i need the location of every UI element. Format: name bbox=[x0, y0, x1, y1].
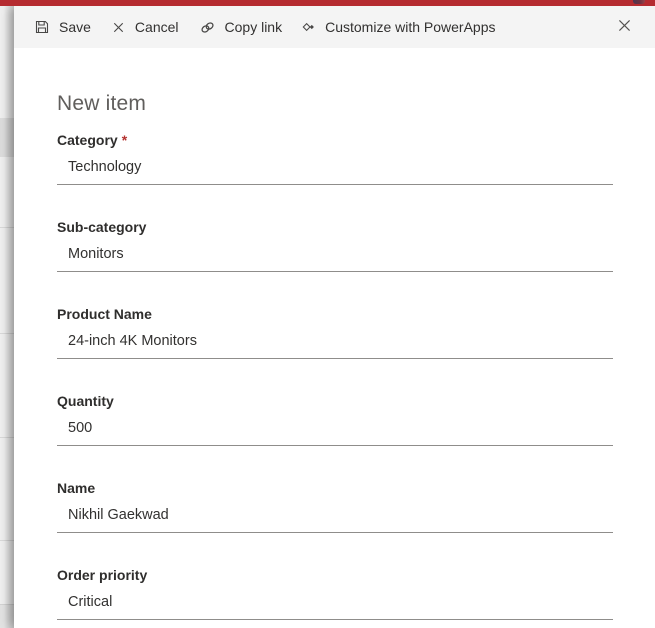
field-category: Category* bbox=[57, 131, 613, 185]
name-input[interactable] bbox=[57, 502, 613, 533]
page-title: New item bbox=[57, 90, 613, 118]
field-sub-category: Sub-category bbox=[57, 218, 613, 272]
save-icon bbox=[34, 19, 50, 35]
field-label: Category* bbox=[57, 131, 613, 150]
close-icon bbox=[616, 17, 633, 37]
quantity-input[interactable] bbox=[57, 415, 613, 446]
sub-category-input[interactable] bbox=[57, 241, 613, 272]
category-input[interactable] bbox=[57, 154, 613, 185]
suite-bar bbox=[0, 0, 655, 6]
field-label: Quantity bbox=[57, 392, 613, 411]
copy-link-button[interactable]: Copy link bbox=[189, 6, 293, 48]
save-button-label: Save bbox=[59, 19, 91, 35]
field-label: Name bbox=[57, 479, 613, 498]
link-icon bbox=[199, 19, 216, 36]
field-label: Sub-category bbox=[57, 218, 613, 237]
form-body: New item Category* Sub-category Product … bbox=[14, 48, 655, 628]
field-quantity: Quantity bbox=[57, 392, 613, 446]
customize-powerapps-button[interactable]: Customize with PowerApps bbox=[292, 6, 505, 48]
customize-powerapps-label: Customize with PowerApps bbox=[325, 19, 495, 35]
copy-link-button-label: Copy link bbox=[225, 19, 283, 35]
powerapps-icon bbox=[302, 20, 316, 34]
avatar[interactable] bbox=[633, 0, 645, 4]
field-order-priority: Order priority bbox=[57, 566, 613, 620]
panel-shadow bbox=[4, 6, 14, 628]
product-name-input[interactable] bbox=[57, 328, 613, 359]
field-label: Order priority bbox=[57, 566, 613, 585]
save-button[interactable]: Save bbox=[24, 6, 101, 48]
cancel-icon bbox=[111, 20, 126, 35]
background-page-strip bbox=[0, 6, 14, 628]
field-label: Product Name bbox=[57, 305, 613, 324]
cancel-button-label: Cancel bbox=[135, 19, 179, 35]
required-asterisk: * bbox=[122, 132, 127, 148]
close-panel-button[interactable] bbox=[612, 13, 637, 41]
order-priority-input[interactable] bbox=[57, 589, 613, 620]
field-name: Name bbox=[57, 479, 613, 533]
cancel-button[interactable]: Cancel bbox=[101, 6, 189, 48]
field-product-name: Product Name bbox=[57, 305, 613, 359]
edit-item-panel: Save Cancel Copy link bbox=[14, 6, 655, 628]
command-bar: Save Cancel Copy link bbox=[14, 6, 655, 48]
